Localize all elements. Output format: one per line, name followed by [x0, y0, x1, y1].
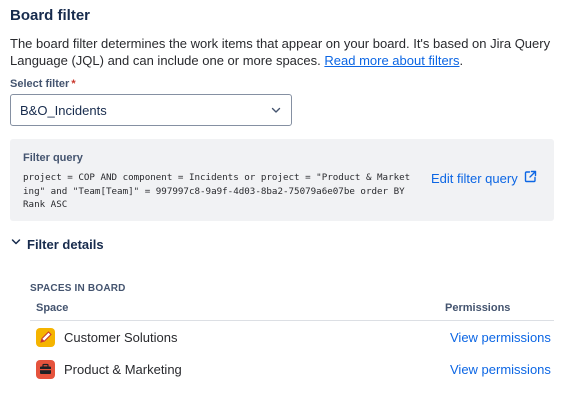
- space-name: Customer Solutions: [64, 329, 178, 345]
- space-cell: Customer Solutions: [30, 327, 445, 347]
- briefcase-icon: [36, 359, 55, 379]
- select-filter-value: B&O_Incidents: [20, 102, 107, 118]
- space-cell: Product & Marketing: [30, 359, 445, 379]
- external-link-icon: [524, 170, 537, 186]
- table-row: Product & Marketing View permissions: [30, 353, 554, 385]
- select-filter-label-text: Select filter: [10, 78, 70, 90]
- required-marker: *: [71, 78, 76, 90]
- board-filter-title: Board filter: [10, 7, 91, 24]
- filter-query-text: project = COP AND component = Incidents …: [23, 172, 411, 210]
- description-period: .: [459, 53, 464, 68]
- space-name: Product & Marketing: [64, 361, 182, 377]
- filter-details-label: Filter details: [27, 236, 104, 252]
- spaces-table: Space Permissions Customer Solutions Vie…: [30, 302, 554, 385]
- spaces-table-header: Space Permissions: [30, 302, 554, 321]
- filter-query-panel: Filter query project = COP AND component…: [10, 139, 554, 221]
- filter-details-toggle[interactable]: Filter details: [10, 235, 104, 253]
- read-more-link[interactable]: Read more about filters: [324, 53, 459, 68]
- description-text: The board filter determines the work ite…: [10, 36, 551, 68]
- view-permissions-link[interactable]: View permissions: [445, 362, 551, 377]
- select-filter-dropdown[interactable]: B&O_Incidents: [10, 94, 292, 126]
- chevron-down-icon: [270, 104, 282, 116]
- pencil-icon: [36, 327, 55, 347]
- filter-query-title: Filter query: [23, 152, 83, 164]
- column-header-space: Space: [36, 302, 69, 314]
- select-filter-label: Select filter *: [10, 78, 76, 90]
- column-header-permissions: Permissions: [445, 302, 511, 314]
- edit-filter-query-label: Edit filter query: [431, 170, 518, 186]
- view-permissions-link[interactable]: View permissions: [445, 330, 551, 345]
- edit-filter-query-link[interactable]: Edit filter query: [431, 170, 537, 186]
- board-filter-description: The board filter determines the work ite…: [10, 35, 570, 69]
- chevron-down-icon: [10, 235, 22, 253]
- table-row: Customer Solutions View permissions: [30, 321, 554, 353]
- spaces-in-board-heading: SPACES IN BOARD: [30, 283, 126, 294]
